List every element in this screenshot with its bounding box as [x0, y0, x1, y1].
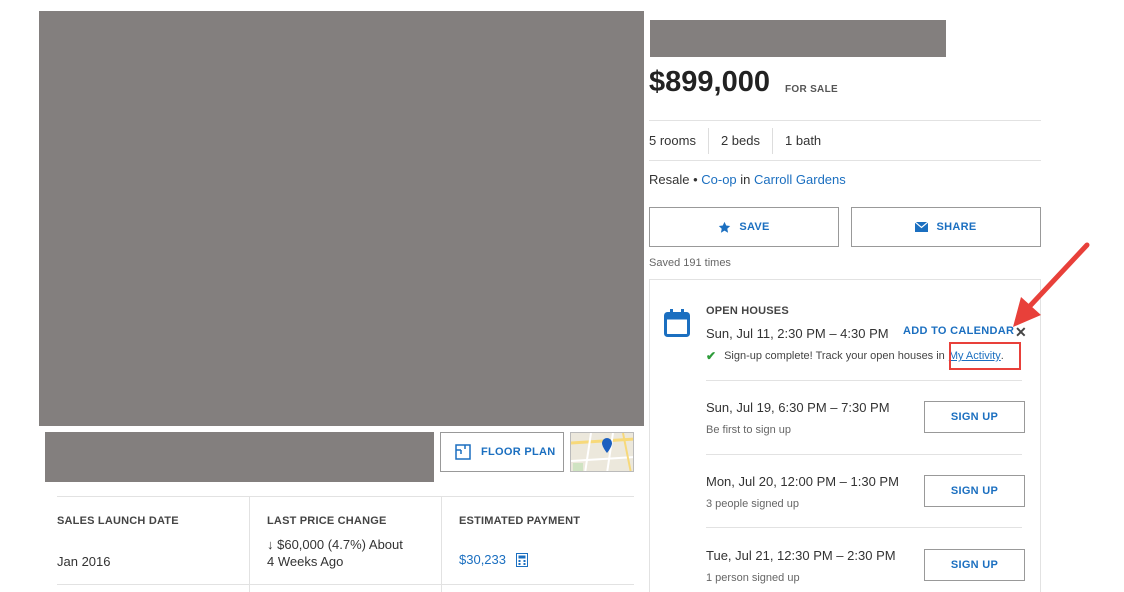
status-badge: FOR SALE	[785, 84, 838, 95]
beds-count: 2 beds	[707, 128, 772, 154]
fact-value: Jan 2016	[57, 554, 111, 569]
envelope-icon	[915, 222, 929, 232]
fact-last-price-change: LAST PRICE CHANGE ↓ $60,000 (4.7%) About…	[249, 497, 441, 592]
open-house-date: Mon, Jul 20, 12:00 PM – 1:30 PM	[706, 474, 899, 489]
fact-estimated-payment: ESTIMATED PAYMENT $30,233	[441, 497, 634, 592]
floor-plan-icon	[455, 444, 471, 460]
registered-open-house-date: Sun, Jul 11, 2:30 PM – 4:30 PM	[706, 326, 889, 341]
sign-up-button[interactable]: SIGN UP	[924, 401, 1025, 433]
confirmation-text: Sign-up complete! Track your open houses…	[724, 350, 945, 362]
photo-thumbnail-strip[interactable]	[45, 432, 434, 482]
listing-price: $899,000	[649, 66, 770, 98]
divider	[706, 454, 1022, 455]
save-label: SAVE	[739, 221, 770, 233]
type-prefix: Resale •	[649, 172, 702, 187]
floor-plan-button[interactable]: FLOOR PLAN	[440, 432, 564, 472]
open-house-date: Sun, Jul 19, 6:30 PM – 7:30 PM	[706, 400, 890, 415]
open-houses-title: OPEN HOUSES	[706, 305, 789, 317]
checkmark-icon: ✔	[706, 349, 717, 363]
annotation-highlight-box	[949, 342, 1021, 370]
calculator-icon[interactable]	[516, 552, 528, 567]
facts-divider	[57, 584, 634, 585]
listing-facts: SALES LAUNCH DATE Jan 2016 LAST PRICE CH…	[57, 496, 634, 592]
calendar-icon	[664, 309, 690, 337]
star-icon	[719, 221, 731, 233]
fact-heading: ESTIMATED PAYMENT	[459, 515, 581, 527]
fact-value-line2: 4 Weeks Ago	[267, 554, 344, 569]
share-label: SHARE	[936, 221, 977, 233]
open-house-signup-note: 3 people signed up	[706, 498, 799, 510]
type-middle: in	[736, 172, 755, 187]
divider	[649, 160, 1041, 161]
divider	[649, 120, 1041, 121]
estimated-payment-link[interactable]: $30,233	[459, 552, 506, 567]
map-thumbnail[interactable]	[570, 432, 634, 472]
fact-sales-launch: SALES LAUNCH DATE Jan 2016	[57, 497, 249, 592]
neighborhood-link[interactable]: Carroll Gardens	[754, 172, 846, 187]
open-house-date: Tue, Jul 21, 12:30 PM – 2:30 PM	[706, 548, 896, 563]
listing-address	[650, 20, 946, 57]
baths-count: 1 bath	[772, 128, 833, 154]
open-house-signup-note: 1 person signed up	[706, 572, 800, 584]
map-icon	[571, 433, 633, 471]
sign-up-button[interactable]: SIGN UP	[924, 549, 1025, 581]
divider	[706, 527, 1022, 528]
open-house-signup-note: Be first to sign up	[706, 424, 791, 436]
coop-link[interactable]: Co-op	[701, 172, 736, 187]
add-to-calendar-button[interactable]: ADD TO CALENDAR	[903, 325, 1014, 337]
divider	[706, 380, 1022, 381]
annotation-arrow-icon	[1013, 242, 1090, 327]
fact-value: ↓ $60,000 (4.7%) About	[267, 537, 403, 552]
fact-heading: LAST PRICE CHANGE	[267, 515, 387, 527]
fact-heading: SALES LAUNCH DATE	[57, 515, 179, 527]
listing-details: 5 rooms 2 beds 1 bath	[649, 128, 833, 154]
listing-photo[interactable]	[39, 11, 644, 426]
sign-up-button[interactable]: SIGN UP	[924, 475, 1025, 507]
save-button[interactable]: SAVE	[649, 207, 839, 247]
saved-count: Saved 191 times	[649, 257, 731, 269]
listing-type-line: Resale • Co-op in Carroll Gardens	[649, 172, 846, 187]
rooms-count: 5 rooms	[649, 133, 696, 148]
floor-plan-label: FLOOR PLAN	[481, 446, 556, 458]
